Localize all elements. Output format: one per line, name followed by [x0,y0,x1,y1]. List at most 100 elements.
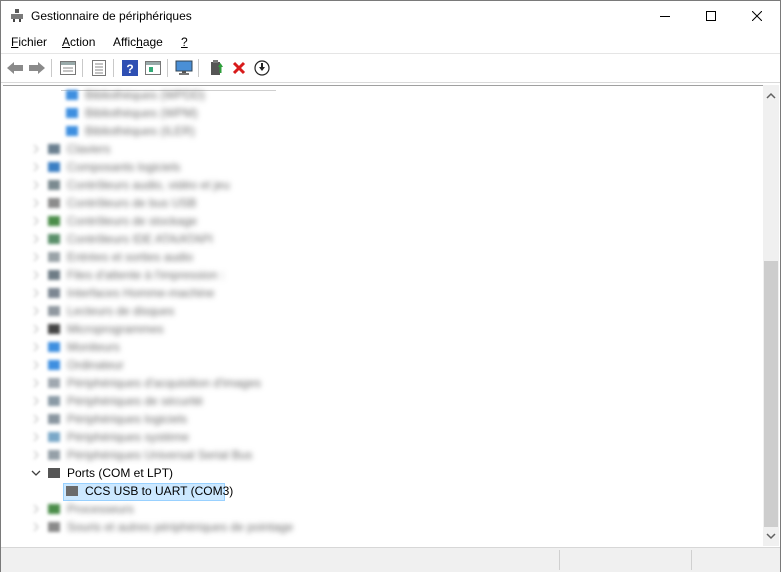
menu-affichage[interactable]: Affichage [113,35,163,49]
ccs-usb-uart-label: CCS USB to UART (COM3) [85,484,234,498]
device-category-icon [48,288,60,298]
ports-category-label: Ports (COM et LPT) [67,466,174,480]
forward-button[interactable] [27,58,47,78]
title-bar[interactable]: Gestionnaire de périphériques [1,1,780,31]
device-tree[interactable]: Bibliothèques (WPDD) Bibliothèques (WPM) B… [3,85,763,547]
device-category-icon [48,378,60,388]
list-view-button[interactable] [89,58,109,78]
close-button[interactable] [734,1,780,31]
tree-item-label: Moniteurs [67,340,120,354]
chevron-right-icon[interactable] [31,252,41,262]
tree-category-blurred[interactable]: Lecteurs de disques [3,302,763,320]
tree-category-blurred[interactable]: Périphériques logiciels [3,410,763,428]
chevron-right-icon[interactable] [31,324,41,334]
chevron-right-icon[interactable] [31,414,41,424]
device-category-icon [48,180,60,190]
device-category-icon [48,450,60,460]
tree-category-blurred[interactable]: Contrôleurs audio, vidéo et jeu [3,176,763,194]
menu-help[interactable]: ? [181,35,188,49]
library-icon [66,108,78,118]
scroll-down-icon[interactable] [766,531,776,541]
minimize-icon [660,16,670,17]
tree-item-label: Contrôleurs IDE ATA/ATAPI [67,232,213,246]
tree-item-label: Souris et autres périphériques de pointa… [67,520,294,534]
scrollbar-thumb[interactable] [764,261,778,527]
tree-item-ccs-usb-uart[interactable]: CCS USB to UART (COM3) [3,482,763,501]
device-category-icon [48,342,60,352]
download-icon [254,60,270,76]
chevron-right-icon[interactable] [31,342,41,352]
chevron-right-icon[interactable] [31,288,41,298]
tree-row-blurred[interactable]: Bibliothèques (WPM) [3,104,763,122]
chevron-right-icon[interactable] [31,198,41,208]
tree-category-blurred[interactable]: Moniteurs [3,338,763,356]
chevron-down-icon[interactable] [31,468,41,478]
tree-category-blurred[interactable]: Composants logiciels [3,158,763,176]
tree-category-ports[interactable]: Ports (COM et LPT) [3,464,763,482]
chevron-right-icon[interactable] [31,162,41,172]
device-manager-app-icon [11,9,23,22]
forward-arrow-icon [29,62,45,74]
chevron-right-icon[interactable] [31,522,41,532]
tree-item-label: Bibliothèques (ILER) [85,124,196,138]
tree-category-blurred[interactable]: Contrôleurs IDE ATA/ATAPI [3,230,763,248]
tree-category-blurred[interactable]: Files d'attente à l'impression : [3,266,763,284]
back-arrow-icon [7,62,23,74]
help-button[interactable]: ? [120,58,140,78]
back-button[interactable] [5,58,25,78]
tree-category-blurred[interactable]: Périphériques Universal Serial Bus [3,446,763,464]
tree-category-blurred[interactable]: Claviers [3,140,763,158]
chevron-right-icon[interactable] [31,234,41,244]
tree-row-blurred[interactable]: Bibliothèques (WPDD) [3,86,763,104]
help-icon: ? [122,60,138,76]
chevron-right-icon[interactable] [31,432,41,442]
tree-category-blurred[interactable]: Interfaces Homme-machine [3,284,763,302]
vertical-scrollbar[interactable] [763,85,779,546]
device-category-icon [48,522,60,532]
chevron-right-icon[interactable] [31,306,41,316]
device-category-icon [48,198,60,208]
update-driver-button[interactable] [206,58,226,78]
show-hidden-button[interactable] [143,58,163,78]
uninstall-button[interactable] [229,58,249,78]
chevron-right-icon[interactable] [31,450,41,460]
chevron-right-icon[interactable] [31,180,41,190]
chevron-right-icon[interactable] [31,144,41,154]
list-view-icon [92,60,106,76]
update-driver-icon [211,60,223,75]
disable-device-button[interactable] [252,58,272,78]
menu-fichier[interactable]: Fichier [11,35,47,49]
tree-category-blurred[interactable]: Périphériques d'acquisition d'images [3,374,763,392]
chevron-right-icon[interactable] [31,396,41,406]
chevron-right-icon[interactable] [31,270,41,280]
tree-category-blurred[interactable]: Entrées et sorties audio [3,248,763,266]
tree-category-blurred[interactable]: Souris et autres périphériques de pointa… [3,518,763,536]
properties-view-button[interactable] [58,58,78,78]
tree-item-label: Lecteurs de disques [67,304,175,318]
tree-category-blurred[interactable]: Ordinateur [3,356,763,374]
chevron-right-icon[interactable] [31,504,41,514]
tree-category-blurred[interactable]: Contrôleurs de bus USB [3,194,763,212]
chevron-right-icon[interactable] [31,378,41,388]
tree-category-blurred[interactable]: Périphériques de sécurité [3,392,763,410]
scan-hardware-button[interactable] [174,58,194,78]
tree-category-blurred[interactable]: Processeurs [3,500,763,518]
tree-row-blurred[interactable]: Bibliothèques (ILER) [3,122,763,140]
tree-category-blurred[interactable]: Périphériques système [3,428,763,446]
maximize-button[interactable] [688,1,734,31]
menu-action[interactable]: Action [62,35,95,49]
toolbar-separator [113,59,114,77]
minimize-button[interactable] [642,1,688,31]
device-category-icon [48,306,60,316]
tree-category-blurred[interactable]: Microprogrammes [3,320,763,338]
tree-item-label: Périphériques Universal Serial Bus [67,448,253,462]
toolbar: ? [1,53,780,83]
tree-item-label: Claviers [67,142,111,156]
device-category-icon [48,432,60,442]
tree-item-label: Périphériques logiciels [67,412,188,426]
scroll-up-icon[interactable] [766,91,776,101]
tree-item-label: Bibliothèques (WPDD) [85,88,206,102]
chevron-right-icon[interactable] [31,360,41,370]
chevron-right-icon[interactable] [31,216,41,226]
tree-category-blurred[interactable]: Contrôleurs de stockage [3,212,763,230]
